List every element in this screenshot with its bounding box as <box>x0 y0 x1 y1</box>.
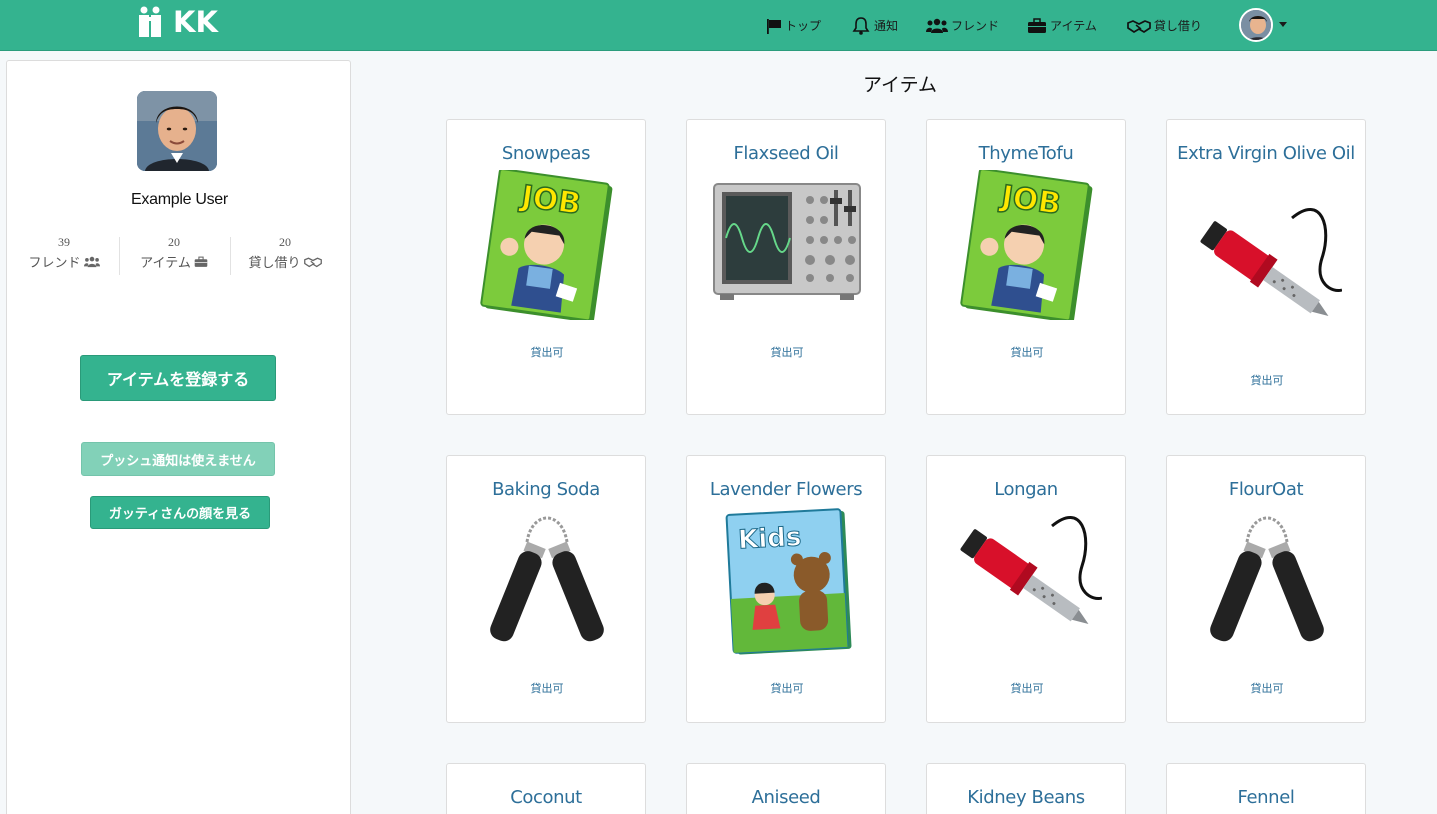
item-name[interactable]: Coconut <box>453 784 639 811</box>
nav-lending-label: 貸し借り <box>1153 19 1202 33</box>
stat-items-count: 20 <box>168 235 180 249</box>
item-card[interactable]: Longan 貸出可 <box>926 455 1126 723</box>
nav-friends-label: フレンド <box>951 19 1000 33</box>
stat-friends[interactable]: 39 フレンド <box>9 235 119 277</box>
item-card[interactable]: Flaxseed Oil 貸出可 <box>686 119 886 415</box>
stat-friends-label: フレンド <box>28 256 81 271</box>
nav-notifications-label: 通知 <box>874 19 899 33</box>
users-icon <box>83 256 100 267</box>
item-name[interactable]: Aniseed <box>693 784 879 811</box>
item-card[interactable]: Extra Virgin Olive Oil 貸出可 <box>1166 119 1366 415</box>
item-card[interactable]: ThymeTofu JOB 貸出可 <box>926 119 1126 415</box>
page-title: アイテム <box>862 74 938 96</box>
item-card[interactable]: Coconut <box>446 763 646 814</box>
profile-sidebar: Example User 39 フレンド 20 アイテム 20 貸し借り アイテ… <box>6 60 351 814</box>
nunchaku-image <box>490 516 604 642</box>
item-status: 貸出可 <box>530 346 564 359</box>
chevron-down-icon[interactable] <box>1279 22 1287 27</box>
item-status: 貸出可 <box>1250 682 1284 695</box>
profile-photo <box>137 91 217 171</box>
push-notification-button[interactable]: プッシュ通知は使えません <box>81 442 275 476</box>
item-name[interactable]: Lavender Flowers <box>693 476 879 503</box>
logo[interactable]: KK <box>137 5 218 39</box>
item-status: 貸出可 <box>530 682 564 695</box>
item-name[interactable]: Kidney Beans <box>933 784 1119 811</box>
stat-lending[interactable]: 20 貸し借り <box>230 235 340 277</box>
nav-items[interactable]: アイテム <box>1027 0 1097 51</box>
stat-friends-count: 39 <box>58 235 70 249</box>
bell-icon <box>852 16 870 35</box>
view-face-button[interactable]: ガッティさんの顔を見る <box>90 496 270 529</box>
item-name[interactable]: Fennel <box>1173 784 1359 811</box>
soldering-iron-image <box>960 516 1102 625</box>
nav-items-label: アイテム <box>1050 19 1097 33</box>
oscilloscope-image <box>713 183 861 300</box>
users-icon <box>926 18 949 33</box>
register-item-button[interactable]: アイテムを登録する <box>80 355 276 401</box>
handshake-icon <box>303 257 322 267</box>
briefcase-icon <box>194 256 208 267</box>
item-status: 貸出可 <box>770 346 804 359</box>
soldering-iron-image <box>1200 208 1342 317</box>
people-logo-icon <box>139 6 161 37</box>
item-name[interactable]: Longan <box>933 476 1119 503</box>
logo-text: KK <box>173 5 218 39</box>
item-name[interactable]: Snowpeas <box>453 140 639 167</box>
item-status: 貸出可 <box>1250 374 1284 387</box>
kids-book-image: Kids <box>725 508 852 655</box>
item-card[interactable]: FlourOat 貸出可 <box>1166 455 1366 723</box>
user-name: Example User <box>131 191 228 208</box>
item-name[interactable]: Baking Soda <box>453 476 639 503</box>
item-name[interactable]: Flaxseed Oil <box>693 140 879 167</box>
nunchaku-image <box>1210 516 1324 642</box>
nav-lending[interactable]: 貸し借り <box>1127 0 1202 51</box>
stat-items-label: アイテム <box>140 256 191 271</box>
stat-items[interactable]: 20 アイテム <box>119 235 229 277</box>
nav-top-label: トップ <box>785 19 822 33</box>
item-card[interactable]: Baking Soda 貸出可 <box>446 455 646 723</box>
job-magazine-image: JOB <box>480 170 613 320</box>
item-card[interactable]: Fennel <box>1166 763 1366 814</box>
item-status: 貸出可 <box>1010 346 1044 359</box>
user-avatar[interactable] <box>1239 8 1273 42</box>
handshake-icon <box>1127 19 1151 33</box>
stat-lending-count: 20 <box>279 235 291 249</box>
cover-text: Kids <box>737 522 802 555</box>
flag-icon <box>767 18 781 34</box>
job-magazine-image: JOB <box>960 170 1093 320</box>
item-card[interactable]: Aniseed <box>686 763 886 814</box>
nav-top[interactable]: トップ <box>766 0 821 51</box>
item-card[interactable]: Lavender Flowers Kids 貸出可 <box>686 455 886 723</box>
briefcase-icon <box>1028 17 1047 33</box>
nav-notifications[interactable]: 通知 <box>851 0 898 51</box>
item-name[interactable]: FlourOat <box>1173 476 1359 503</box>
item-name[interactable]: ThymeTofu <box>933 140 1119 167</box>
nav-friends[interactable]: フレンド <box>926 0 999 51</box>
item-card[interactable]: Kidney Beans <box>926 763 1126 814</box>
navbar: KK トップ 通知 フレンド アイテム 貸し借り <box>0 0 1437 51</box>
item-name[interactable]: Extra Virgin Olive Oil <box>1173 140 1359 167</box>
profile-stats: 39 フレンド 20 アイテム 20 貸し借り <box>7 235 352 277</box>
stat-lending-label: 貸し借り <box>248 256 301 271</box>
item-card[interactable]: Snowpeas JOB 貸出可 <box>446 119 646 415</box>
item-status: 貸出可 <box>770 682 804 695</box>
item-status: 貸出可 <box>1010 682 1044 695</box>
